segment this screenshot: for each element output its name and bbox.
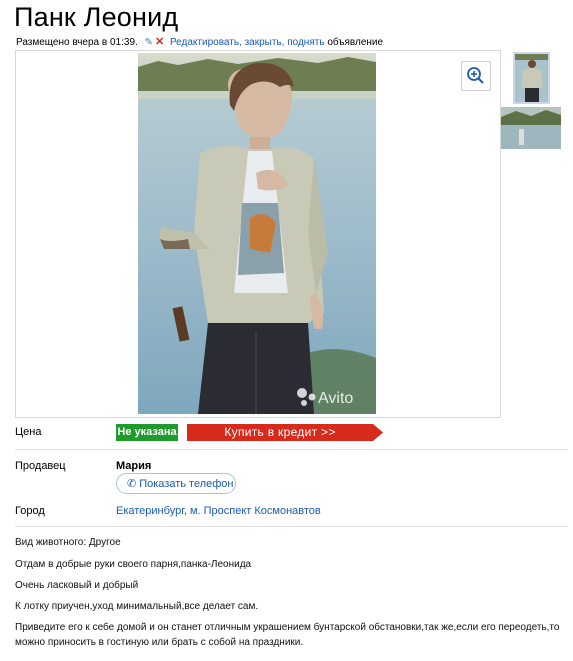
close-icon[interactable]: ✕	[155, 36, 164, 48]
description-line: Приведите его к себе домой и он станет о…	[15, 622, 560, 648]
edit-suffix: объявление	[327, 37, 384, 48]
seller-name: Мария	[116, 460, 152, 472]
credit-button[interactable]: Купить в кредит >>	[187, 424, 383, 441]
price-label: Цена	[15, 426, 42, 438]
posted-time: Размещено вчера в 01:39.	[16, 37, 138, 48]
zoom-in-icon[interactable]	[461, 61, 491, 91]
photo-gallery: Avito	[15, 50, 501, 418]
thumbnail-2[interactable]	[501, 107, 561, 149]
show-phone-label: Показать телефон	[139, 478, 234, 490]
city-label: Город	[15, 505, 45, 517]
pencil-icon[interactable]: ✎	[145, 37, 153, 48]
description-line: Отдам в добрые руки своего парня,панка-Л…	[15, 559, 252, 570]
svg-text:Avito: Avito	[318, 390, 353, 407]
thumbnail-1[interactable]	[513, 52, 550, 104]
listing-meta: Размещено вчера в 01:39. ✎ ✕ Редактироват…	[16, 35, 383, 48]
page-title: Панк Леонид	[14, 2, 179, 32]
price-badge: Не указана	[116, 424, 178, 441]
city-link[interactable]: Екатеринбург, м. Проспект Космонавтов	[116, 505, 321, 517]
phone-icon: ✆	[127, 478, 137, 490]
divider	[15, 449, 568, 450]
edit-links[interactable]: Редактировать, закрыть, поднять	[170, 37, 325, 48]
description-line: Очень ласковый и добрый	[15, 580, 139, 591]
show-phone-button[interactable]: ✆ Показать телефон	[116, 473, 236, 494]
description-line: К лотку приучен,уход минимальный,все дел…	[15, 601, 259, 612]
seller-label: Продавец	[15, 460, 66, 472]
description-line: Вид животного: Другое	[15, 537, 121, 548]
main-photo[interactable]: Avito	[138, 53, 376, 414]
credit-button-label: Купить в кредит >>	[224, 425, 336, 439]
divider	[15, 526, 568, 527]
